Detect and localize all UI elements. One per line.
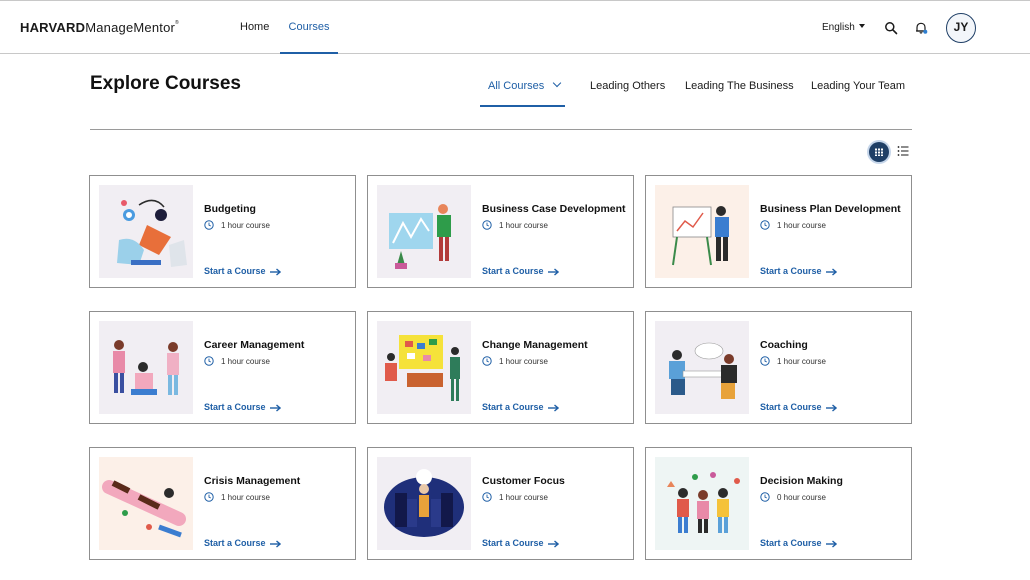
course-duration: 1 hour course <box>499 221 548 230</box>
arrow-right-icon <box>269 540 281 548</box>
clock-icon <box>204 356 214 366</box>
arrow-right-icon <box>825 540 837 548</box>
chevron-down-icon <box>553 78 562 88</box>
nav-courses-label: Courses <box>288 21 330 33</box>
clock-icon <box>760 220 770 230</box>
course-illustration <box>655 457 749 550</box>
course-duration: 1 hour course <box>499 493 548 502</box>
clock-icon <box>482 492 492 502</box>
start-course-label: Start a Course <box>482 266 544 276</box>
filter-leading-the-business[interactable]: Leading The Business <box>685 80 794 92</box>
course-title: Crisis Management <box>204 475 301 487</box>
course-illustration <box>655 185 749 278</box>
arrow-right-icon <box>825 404 837 412</box>
course-card-business-plan-development[interactable]: Business Plan Development 1 hour course … <box>645 175 912 288</box>
course-illustration <box>655 321 749 414</box>
language-selector[interactable]: English <box>822 22 865 33</box>
start-course-link[interactable]: Start a Course <box>204 402 281 412</box>
course-title: Change Management <box>482 339 588 351</box>
course-card-business-case-development[interactable]: Business Case Development 1 hour course … <box>367 175 634 288</box>
notification-bell-icon[interactable] <box>914 21 928 35</box>
course-title: Coaching <box>760 339 808 351</box>
list-view-toggle-icon[interactable] <box>897 145 909 157</box>
clock-icon <box>482 356 492 366</box>
top-navigation-bar: HARVARDManageMentor® Home Courses Englis… <box>0 0 1030 54</box>
logo-trademark: ® <box>175 20 179 26</box>
arrow-right-icon <box>547 268 559 276</box>
course-duration: 1 hour course <box>221 221 270 230</box>
arrow-right-icon <box>269 268 281 276</box>
caret-down-icon <box>858 24 865 28</box>
logo-regular-text: ManageMentor <box>85 20 176 35</box>
arrow-right-icon <box>269 404 281 412</box>
start-course-label: Start a Course <box>760 266 822 276</box>
filter-all-courses-label: All Courses <box>488 80 545 92</box>
user-avatar[interactable]: JY <box>946 13 976 43</box>
course-card-budgeting[interactable]: Budgeting 1 hour course Start a Course <box>89 175 356 288</box>
start-course-label: Start a Course <box>204 402 266 412</box>
start-course-label: Start a Course <box>760 402 822 412</box>
course-title: Career Management <box>204 339 305 351</box>
course-duration: 1 hour course <box>777 221 826 230</box>
clock-icon <box>204 220 214 230</box>
page-title: Explore Courses <box>90 73 241 94</box>
start-course-link[interactable]: Start a Course <box>204 266 281 276</box>
filter-all-courses-dropdown[interactable]: All Courses <box>480 70 565 107</box>
search-icon[interactable] <box>884 21 898 35</box>
arrow-right-icon <box>825 268 837 276</box>
course-card-crisis-management[interactable]: Crisis Management 1 hour course Start a … <box>89 447 356 560</box>
course-duration: 1 hour course <box>221 357 270 366</box>
course-title: Customer Focus <box>482 475 565 487</box>
clock-icon <box>482 220 492 230</box>
course-duration: 1 hour course <box>777 357 826 366</box>
nav-courses-link[interactable]: Courses <box>280 1 338 54</box>
start-course-label: Start a Course <box>482 402 544 412</box>
course-duration: 0 hour course <box>777 493 826 502</box>
grid-icon <box>875 148 883 156</box>
course-illustration <box>377 321 471 414</box>
clock-icon <box>760 492 770 502</box>
start-course-link[interactable]: Start a Course <box>482 538 559 548</box>
start-course-link[interactable]: Start a Course <box>760 538 837 548</box>
start-course-link[interactable]: Start a Course <box>760 402 837 412</box>
start-course-link[interactable]: Start a Course <box>482 266 559 276</box>
start-course-label: Start a Course <box>482 538 544 548</box>
clock-icon <box>204 492 214 502</box>
start-course-label: Start a Course <box>760 538 822 548</box>
course-title: Decision Making <box>760 475 843 487</box>
course-card-career-management[interactable]: Career Management 1 hour course Start a … <box>89 311 356 424</box>
course-title: Business Case Development <box>482 203 626 215</box>
section-divider <box>90 129 912 130</box>
arrow-right-icon <box>547 404 559 412</box>
course-card-coaching[interactable]: Coaching 1 hour course Start a Course <box>645 311 912 424</box>
start-course-link[interactable]: Start a Course <box>204 538 281 548</box>
arrow-right-icon <box>547 540 559 548</box>
course-illustration <box>99 321 193 414</box>
start-course-link[interactable]: Start a Course <box>760 266 837 276</box>
course-duration: 1 hour course <box>499 357 548 366</box>
course-illustration <box>99 457 193 550</box>
course-illustration <box>377 185 471 278</box>
logo-bold-text: HARVARD <box>20 20 86 35</box>
filter-leading-your-team[interactable]: Leading Your Team <box>811 80 905 92</box>
course-card-decision-making[interactable]: Decision Making 0 hour course Start a Co… <box>645 447 912 560</box>
filter-leading-others[interactable]: Leading Others <box>590 80 665 92</box>
start-course-label: Start a Course <box>204 266 266 276</box>
course-duration: 1 hour course <box>221 493 270 502</box>
harvard-managementor-logo[interactable]: HARVARDManageMentor® <box>20 20 179 35</box>
course-illustration <box>99 185 193 278</box>
start-course-link[interactable]: Start a Course <box>482 402 559 412</box>
course-card-customer-focus[interactable]: Customer Focus 1 hour course Start a Cou… <box>367 447 634 560</box>
language-label: English <box>822 22 855 33</box>
course-card-change-management[interactable]: Change Management 1 hour course Start a … <box>367 311 634 424</box>
clock-icon <box>760 356 770 366</box>
start-course-label: Start a Course <box>204 538 266 548</box>
course-illustration <box>377 457 471 550</box>
grid-view-toggle[interactable] <box>869 142 889 162</box>
course-title: Business Plan Development <box>760 203 901 215</box>
course-title: Budgeting <box>204 203 256 215</box>
nav-home-link[interactable]: Home <box>240 21 269 33</box>
